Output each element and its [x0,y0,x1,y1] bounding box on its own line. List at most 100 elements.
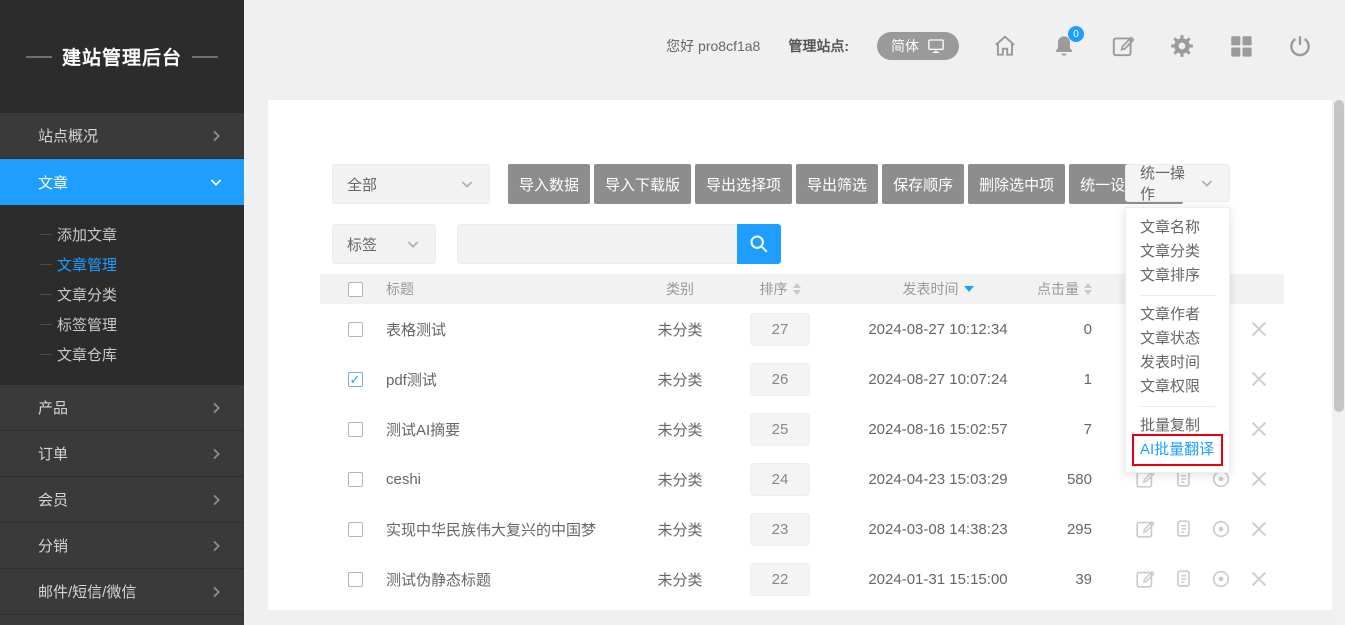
col-clicks[interactable]: 点击量 [1020,274,1092,304]
menu-item-article-status[interactable]: 文章状态 [1126,327,1229,351]
sidebar-item-site-overview[interactable]: 站点概况 [0,113,244,159]
articles-submenu: 添加文章 文章管理 文章分类 标签管理 文章仓库 [0,205,244,385]
chevron-right-icon [208,400,224,416]
article-title[interactable]: 测试AI摘要 [386,404,460,454]
submenu-item-article-manage[interactable]: 文章管理 [0,249,244,279]
unified-actions-dropdown-button[interactable]: 统一操作 [1125,164,1230,202]
menu-item-batch-copy[interactable]: 批量复制 [1126,414,1229,438]
publish-time: 2024-08-27 10:07:24 [848,354,1028,404]
row-checkbox[interactable] [348,422,363,437]
row-checkbox[interactable] [348,322,363,337]
sort-value[interactable]: 23 [750,513,810,546]
delete-row-button[interactable] [1248,468,1270,490]
import-data-button[interactable]: 导入数据 [508,164,590,204]
edit-row-button[interactable] [1134,518,1156,540]
table-row: 实现中华民族伟大复兴的中国梦 未分类 23 2024-03-08 14:38:2… [320,504,1284,554]
publish-time: 2024-01-31 15:15:00 [848,554,1028,604]
delete-row-button[interactable] [1248,568,1270,590]
close-icon [1248,368,1270,390]
sidebar-item-articles[interactable]: 文章 [0,159,244,205]
power-icon [1287,33,1313,59]
sort-value[interactable]: 27 [750,313,810,346]
logout-button[interactable] [1287,33,1313,59]
copy-row-button[interactable] [1172,518,1194,540]
sort-value[interactable]: 26 [750,363,810,396]
article-category: 未分类 [620,504,740,554]
submenu-item-article-category[interactable]: 文章分类 [0,279,244,309]
chevron-down-icon [405,236,421,252]
menu-item-article-sort[interactable]: 文章排序 [1126,264,1229,288]
menu-item-article-permission[interactable]: 文章权限 [1126,375,1229,399]
sort-value[interactable]: 25 [750,413,810,446]
save-order-button[interactable]: 保存顺序 [882,164,964,204]
sidebar-item-products[interactable]: 产品 [0,385,244,431]
article-title[interactable]: pdf测试 [386,354,437,404]
sort-active-caret-icon [964,286,974,292]
home-button[interactable] [992,33,1018,59]
scrollbar-thumb[interactable] [1334,100,1344,412]
apps-button[interactable] [1228,33,1254,59]
edit-icon [1134,518,1156,540]
sidebar-item-members[interactable]: 会员 [0,477,244,523]
chevron-right-icon [208,584,224,600]
submenu-item-article-warehouse[interactable]: 文章仓库 [0,339,244,369]
row-checkbox[interactable] [348,572,363,587]
preview-row-button[interactable] [1210,518,1232,540]
export-filtered-button[interactable]: 导出筛选 [796,164,878,204]
copy-icon [1172,568,1194,590]
menu-divider [1140,295,1215,296]
menu-item-publish-time[interactable]: 发表时间 [1126,351,1229,375]
edit-site-button[interactable] [1110,33,1136,59]
close-icon [1248,518,1270,540]
row-checkbox[interactable] [348,522,363,537]
delete-row-button[interactable] [1248,318,1270,340]
article-title[interactable]: 表格测试 [386,304,446,354]
search-input[interactable] [457,224,737,264]
sidebar-item-orders[interactable]: 订单 [0,431,244,477]
language-site-button[interactable]: 简体 [877,32,959,60]
row-checkbox[interactable] [348,472,363,487]
delete-row-button[interactable] [1248,368,1270,390]
publish-time: 2024-08-16 15:02:57 [848,404,1028,454]
delete-selected-button[interactable]: 删除选中项 [968,164,1065,204]
edit-row-button[interactable] [1134,568,1156,590]
import-download-button[interactable]: 导入下载版 [594,164,691,204]
delete-row-button[interactable] [1248,418,1270,440]
sort-value[interactable]: 24 [750,463,810,496]
monitor-icon [927,37,945,55]
vertical-scrollbar[interactable] [1333,95,1345,625]
search-button[interactable] [737,224,781,264]
user-greeting: 您好 pro8cf1a8 [666,36,760,56]
unified-actions-menu: 文章名称 文章分类 文章排序 文章作者 文章状态 发表时间 文章权限 批量复制 … [1125,207,1230,473]
preview-row-button[interactable] [1210,568,1232,590]
notifications-button[interactable]: 0 [1051,33,1077,59]
settings-button[interactable] [1169,33,1195,59]
copy-row-button[interactable] [1172,568,1194,590]
menu-item-article-author[interactable]: 文章作者 [1126,303,1229,327]
row-checkbox[interactable] [348,372,363,387]
sidebar-item-mail-sms-wechat[interactable]: 邮件/短信/微信 [0,569,244,615]
click-count: 295 [1020,504,1092,554]
select-all-checkbox[interactable] [348,282,363,297]
menu-item-ai-batch-translate[interactable]: AI批量翻译 [1126,438,1229,462]
menu-item-article-category[interactable]: 文章分类 [1126,240,1229,264]
category-filter-select[interactable]: 全部 [332,164,490,204]
col-category: 类别 [620,274,740,304]
edit-icon [1134,568,1156,590]
article-title[interactable]: 测试伪静态标题 [386,554,491,604]
chevron-right-icon [208,492,224,508]
submenu-item-add-article[interactable]: 添加文章 [0,219,244,249]
submenu-item-tag-manage[interactable]: 标签管理 [0,309,244,339]
menu-item-article-name[interactable]: 文章名称 [1126,216,1229,240]
article-title[interactable]: ceshi [386,454,421,504]
sidebar-item-distribution[interactable]: 分销 [0,523,244,569]
tag-filter-select[interactable]: 标签 [332,224,436,264]
edit-icon [1110,33,1136,59]
export-selected-button[interactable]: 导出选择项 [695,164,792,204]
delete-row-button[interactable] [1248,518,1270,540]
col-sort[interactable]: 排序 [750,274,810,304]
article-title[interactable]: 实现中华民族伟大复兴的中国梦 [386,504,596,554]
app-title-text: 建站管理后台 [62,43,182,70]
col-publish-time[interactable]: 发表时间 [848,274,1028,304]
sort-value[interactable]: 22 [750,563,810,596]
